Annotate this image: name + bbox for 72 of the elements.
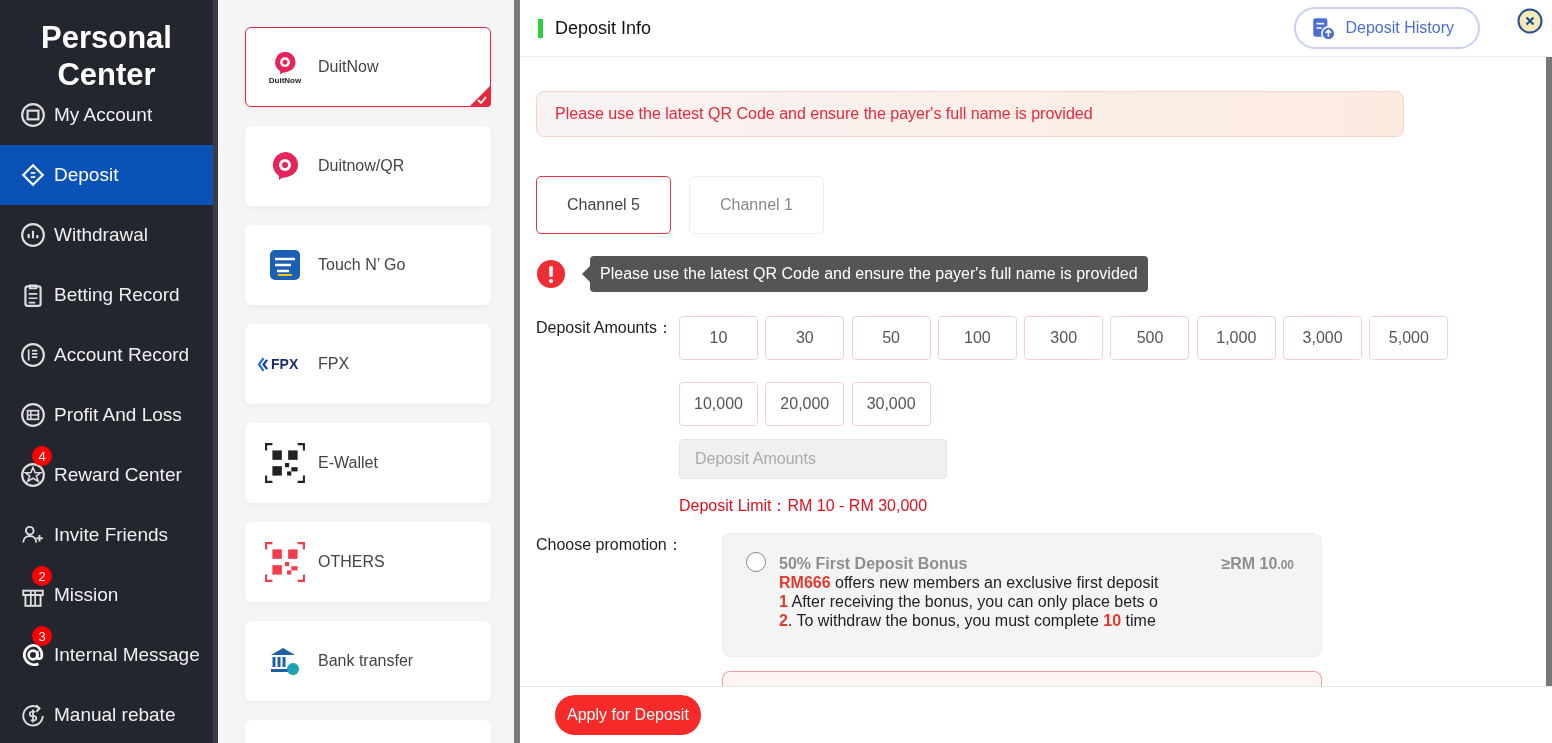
diamond-logo-icon	[258, 356, 269, 372]
field-label: Choose promotion：	[536, 535, 684, 555]
at-sign-icon	[20, 642, 46, 668]
payment-method-card[interactable]: Touch N’ Go	[245, 225, 491, 305]
sidebar-item[interactable]: Invite Friends	[0, 505, 213, 565]
deposit-limit: Deposit Limit：RM 10 - RM 30,000	[679, 496, 929, 516]
promotion-card[interactable]: 50% First Deposit Bonus ≥RM 10.00 RM666 offers new members an exclusive first deposit 1 After receiving the bonus, you can only place bets o 2. To withdraw the bonus, you must complete 10 time	[722, 533, 1322, 657]
channel-tab[interactable]: Channel 5	[536, 176, 671, 234]
warning-icon	[536, 259, 566, 289]
promotion-card[interactable]	[722, 671, 1322, 686]
qr-code-icon	[264, 442, 306, 484]
qr-code-icon	[264, 541, 306, 583]
logo-text: FPX	[271, 356, 299, 372]
amount-option[interactable]: 100	[937, 316, 1017, 360]
pin-logo-icon	[272, 49, 298, 76]
sidebar-item[interactable]: Withdrawal	[0, 205, 213, 265]
amount-option[interactable]: 5,000	[1369, 316, 1449, 360]
amount-option[interactable]: 20,000	[765, 382, 845, 426]
sidebar-item[interactable]: 3 Internal Message	[0, 625, 213, 685]
sidebar-item[interactable]: My Account	[0, 85, 213, 145]
amount-option[interactable]: 300	[1024, 316, 1104, 360]
sidebar-title: Personal Center	[40, 19, 173, 85]
tooltip: Please use the latest QR Code and ensure the payer's full name is provided	[582, 256, 1148, 292]
wallet-app-icon	[269, 249, 301, 281]
sidebar-item[interactable]: 2 Mission	[0, 565, 213, 625]
amount-option[interactable]: 10	[679, 316, 758, 360]
promotion-title: 50% First Deposit Bonus	[779, 555, 968, 573]
count-badge: 2	[32, 566, 52, 586]
sidebar-item[interactable]: Betting Record	[0, 265, 213, 325]
deposit-history-button[interactable]: Deposit History	[1293, 7, 1480, 49]
sidebar-item[interactable]: Deposit	[0, 145, 213, 205]
count-badge: 4	[32, 446, 52, 466]
promotion-text: RM666 offers new members an exclusive first deposit	[779, 573, 1160, 592]
amount-option[interactable]: 30,000	[851, 382, 931, 426]
amount-option[interactable]: 50	[851, 316, 931, 360]
radio-button[interactable]	[746, 552, 766, 572]
dollar-refresh-icon	[20, 702, 46, 728]
list-circle-icon	[20, 402, 46, 428]
field-label: Deposit Amounts：	[536, 318, 674, 338]
count-badge: 3	[32, 626, 52, 646]
sidebar-item[interactable]: Account Record	[0, 325, 213, 385]
check-corner-icon	[469, 85, 491, 107]
sidebar-item[interactable]: 4 Reward Center	[0, 445, 213, 505]
amount-option[interactable]: 500	[1110, 316, 1190, 360]
payment-method-card[interactable]: FPX FPX	[245, 324, 491, 404]
amount-option[interactable]: 30	[765, 316, 845, 360]
close-icon[interactable]	[1517, 8, 1543, 34]
wallet-icon	[20, 102, 46, 128]
amount-option[interactable]: 1,000	[1196, 316, 1276, 360]
promotion-text: 1 After receiving the bonus, you can only place bets o	[779, 592, 1159, 611]
ticket-icon	[20, 162, 46, 188]
document-circle-icon	[20, 342, 46, 368]
logo-text: DuitNow	[268, 75, 302, 85]
channel-tab[interactable]: Channel 1	[689, 176, 824, 234]
amount-option[interactable]: 10,000	[679, 382, 758, 426]
sidebar-item[interactable]: Manual rebate	[0, 685, 213, 743]
payment-method-card[interactable]: Duitnow/QR	[245, 126, 491, 206]
payment-method-card[interactable]: E-Wallet	[245, 423, 491, 503]
bank-icon	[269, 645, 301, 677]
title-marker	[538, 18, 543, 38]
payment-method-card[interactable]: Bank transfer	[245, 621, 491, 701]
apply-deposit-button[interactable]: Apply for Deposit	[555, 695, 701, 735]
panel-title: Deposit Info	[555, 17, 652, 39]
minimum-amount: ≥RM 10.00	[1221, 555, 1295, 573]
amount-option[interactable]: 3,000	[1283, 316, 1363, 360]
amount-input[interactable]: Deposit Amounts	[679, 439, 947, 479]
payment-method-card[interactable]: OTHERS	[245, 522, 491, 602]
promotion-text: 2. To withdraw the bonus, you must complete 10 time	[779, 611, 1157, 630]
sidebar-item[interactable]: Profit And Loss	[0, 385, 213, 445]
payment-method-card[interactable]: DuitNow DuitNow	[245, 27, 491, 107]
notice-banner: Please use the latest QR Code and ensure the payer's full name is provided	[536, 91, 1404, 137]
chart-circle-icon	[20, 222, 46, 248]
